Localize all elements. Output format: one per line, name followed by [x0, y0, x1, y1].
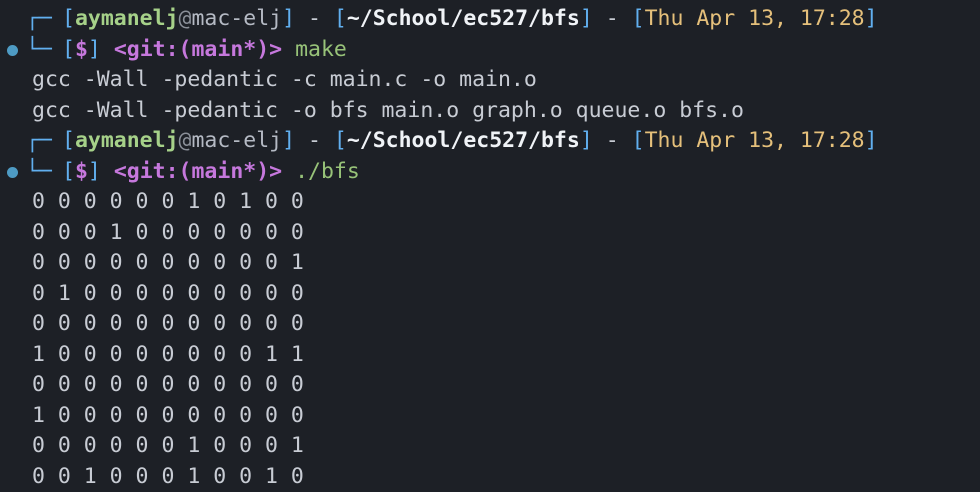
prompt-status-dot-icon [7, 167, 18, 178]
git-branch: main* [191, 159, 256, 184]
prompt-user: aymanelj [75, 128, 179, 153]
prompt-frame-top: ┌─ [26, 126, 52, 157]
terminal-window[interactable]: ┌─[aymanelj@mac-elj] - [~/School/ec527/b… [0, 4, 980, 492]
git-prefix: <git:( [114, 159, 192, 184]
matrix-row: 0 0 0 0 0 0 0 0 0 0 0 [0, 309, 980, 340]
git-suffix: )> [256, 159, 282, 184]
git-branch: main* [191, 37, 256, 62]
prompt-path: ~/School/ec527/bfs [347, 128, 580, 153]
matrix-row: 1 0 0 0 0 0 0 0 0 0 0 [0, 401, 980, 432]
prompt-frame-top: ┌─ [26, 4, 52, 35]
matrix-row: 0 0 0 0 0 0 1 0 0 0 1 [0, 431, 980, 462]
matrix-row: 0 0 0 1 0 0 0 0 0 0 0 [0, 218, 980, 249]
prompt-user: aymanelj [75, 6, 179, 31]
git-suffix: )> [256, 37, 282, 62]
output-line: gcc -Wall -pedantic -c main.c -o main.o [0, 65, 980, 96]
prompt-symbol: $ [75, 159, 88, 184]
prompt-header: ┌─[aymanelj@mac-elj] - [~/School/ec527/b… [0, 126, 980, 157]
prompt-frame-bottom: └─ [26, 35, 52, 66]
command-text: ./bfs [295, 159, 360, 184]
matrix-row: 0 1 0 0 0 0 0 0 0 0 0 [0, 279, 980, 310]
output-line: gcc -Wall -pedantic -o bfs main.o graph.… [0, 96, 980, 127]
prompt-status-dot-icon [7, 45, 18, 56]
prompt-frame-bottom: └─ [26, 157, 52, 188]
matrix-row: 0 0 0 0 0 0 1 0 1 0 0 [0, 187, 980, 218]
matrix-row: 0 0 1 0 0 0 1 0 0 1 0 [0, 462, 980, 492]
prompt-input-line: └─[$] <git:(main*)> make [0, 35, 980, 66]
matrix-row: 0 0 0 0 0 0 0 0 0 0 1 [0, 248, 980, 279]
prompt-at: @ [179, 128, 192, 153]
git-prefix: <git:( [114, 37, 192, 62]
matrix-row: 0 0 0 0 0 0 0 0 0 0 0 [0, 370, 980, 401]
prompt-date: Thu Apr 13, 17:28 [645, 6, 865, 31]
prompt-host: mac-elj [191, 6, 282, 31]
prompt-date: Thu Apr 13, 17:28 [645, 128, 865, 153]
matrix-row: 1 0 0 0 0 0 0 0 0 1 1 [0, 340, 980, 371]
prompt-at: @ [179, 6, 192, 31]
prompt-header: ┌─[aymanelj@mac-elj] - [~/School/ec527/b… [0, 4, 980, 35]
prompt-host: mac-elj [191, 128, 282, 153]
prompt-path: ~/School/ec527/bfs [347, 6, 580, 31]
command-text: make [295, 37, 347, 62]
prompt-input-line: └─[$] <git:(main*)> ./bfs [0, 157, 980, 188]
prompt-symbol: $ [75, 37, 88, 62]
